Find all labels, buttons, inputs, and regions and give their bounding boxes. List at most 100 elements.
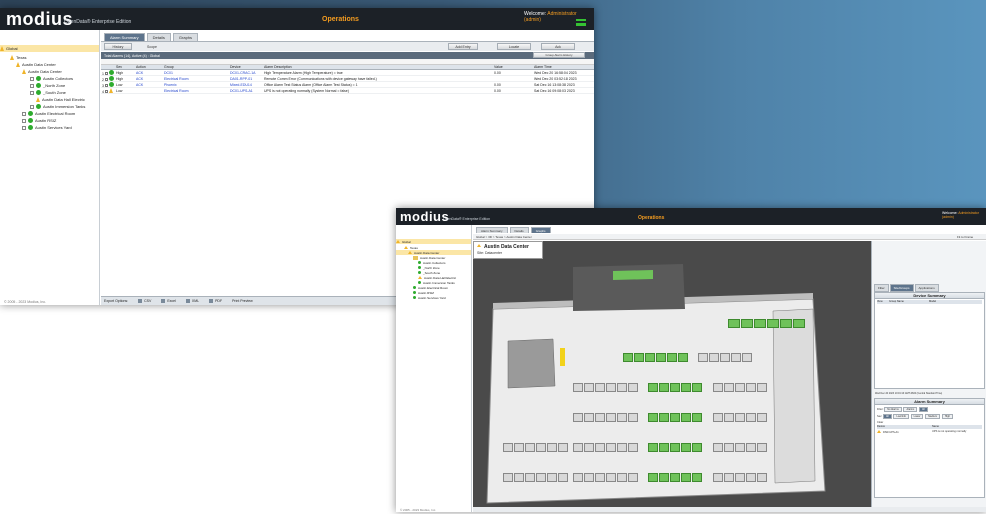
row-checkbox[interactable] (104, 83, 108, 87)
filter-alarms-button[interactable]: Alarms (903, 407, 918, 412)
col-header[interactable]: Action (135, 65, 163, 69)
tree-item[interactable]: _North Zone (30, 82, 65, 89)
server-rack[interactable] (648, 473, 658, 482)
server-rack[interactable] (754, 319, 766, 328)
row-checkbox[interactable] (104, 89, 108, 93)
server-rack[interactable] (634, 353, 644, 362)
server-rack[interactable] (628, 413, 638, 422)
server-rack[interactable] (746, 383, 756, 392)
server-rack[interactable] (656, 353, 666, 362)
print-preview-button[interactable]: Print Preview (232, 299, 253, 303)
server-rack[interactable] (659, 473, 669, 482)
breadcrumb[interactable]: Global > 3D > Texas > Austin Data Center (473, 234, 986, 240)
server-rack[interactable] (659, 413, 669, 422)
device-link[interactable]: DA01-RPP-01 (229, 77, 263, 81)
device-link[interactable]: DC01-UPS-A1 (229, 89, 263, 93)
device-link[interactable]: DC01-CRAC-1A (229, 71, 263, 75)
alarm-row[interactable]: DSR-UPS-A1 UPS is not operating normally (877, 430, 982, 434)
tree-item-global[interactable]: Global (0, 45, 99, 52)
tab-alarm-summary[interactable]: Alarm Summary (476, 227, 508, 233)
server-rack[interactable] (735, 383, 745, 392)
server-rack[interactable] (584, 473, 594, 482)
server-rack[interactable] (746, 443, 756, 452)
server-rack[interactable] (617, 473, 627, 482)
server-rack[interactable] (742, 353, 752, 362)
sev-low-button[interactable]: Low/Info (893, 414, 909, 419)
server-rack[interactable] (692, 443, 702, 452)
tree-item[interactable]: Austin Data Center (22, 68, 62, 75)
server-rack[interactable] (606, 383, 616, 392)
server-rack[interactable] (573, 473, 583, 482)
server-rack[interactable] (514, 473, 524, 482)
col-header[interactable]: Alarm Time (533, 65, 594, 69)
server-rack[interactable] (735, 443, 745, 452)
tree-item[interactable]: Texas (10, 54, 26, 61)
server-rack[interactable] (670, 383, 680, 392)
server-rack[interactable] (617, 413, 627, 422)
server-rack[interactable] (731, 353, 741, 362)
server-rack[interactable] (536, 473, 546, 482)
tab-details[interactable]: Details (146, 33, 171, 41)
server-rack[interactable] (584, 383, 594, 392)
filter-all-button[interactable]: All (919, 407, 928, 412)
clear-link[interactable]: Clear (877, 421, 982, 424)
server-rack[interactable] (681, 413, 691, 422)
server-rack[interactable] (606, 473, 616, 482)
action-link[interactable]: ACK (135, 77, 163, 81)
group-link[interactable]: DC01 (163, 71, 229, 75)
server-rack[interactable] (724, 473, 734, 482)
server-rack[interactable] (547, 443, 557, 452)
server-rack[interactable] (670, 443, 680, 452)
expand-icon[interactable] (22, 125, 26, 130)
server-rack[interactable] (525, 443, 535, 452)
col-header[interactable]: Device (229, 65, 263, 69)
tree-item[interactable]: Austin Electrical Room (22, 110, 75, 117)
server-rack[interactable] (735, 473, 745, 482)
group-link[interactable]: Phoenix (163, 83, 229, 87)
server-rack[interactable] (667, 353, 677, 362)
server-rack[interactable] (692, 413, 702, 422)
zoom-control[interactable]: Fit to Frame (957, 235, 973, 239)
server-rack[interactable] (678, 353, 688, 362)
server-rack[interactable] (728, 319, 740, 328)
server-rack[interactable] (757, 413, 767, 422)
server-rack[interactable] (757, 443, 767, 452)
sev-medium-button[interactable]: Medium (925, 414, 941, 419)
tab-graphs[interactable]: Graphs (172, 33, 199, 41)
server-rack[interactable] (558, 473, 568, 482)
tree-item-global[interactable]: Global (396, 239, 471, 244)
server-rack[interactable] (606, 443, 616, 452)
server-rack[interactable] (573, 413, 583, 422)
expand-icon[interactable] (22, 118, 26, 123)
row-checkbox[interactable] (104, 77, 108, 81)
tree-item[interactable]: Austin Collectors (30, 75, 73, 82)
server-rack[interactable] (659, 443, 669, 452)
tree-item[interactable]: Austin Services Yard (413, 295, 446, 300)
row-checkbox[interactable] (104, 71, 108, 75)
history-button[interactable]: History (104, 43, 132, 50)
server-rack[interactable] (648, 413, 658, 422)
add-entry-button[interactable]: Add Entry (448, 43, 478, 50)
server-rack[interactable] (724, 443, 734, 452)
server-rack[interactable] (573, 443, 583, 452)
expand-icon[interactable] (30, 104, 34, 109)
tab-filter[interactable]: Filter (874, 284, 889, 292)
sev-all-button[interactable]: All (882, 414, 892, 419)
server-rack[interactable] (670, 413, 680, 422)
export-csv-button[interactable]: CSV (138, 299, 151, 304)
server-rack[interactable] (735, 413, 745, 422)
server-rack[interactable] (595, 473, 605, 482)
expand-icon[interactable] (30, 90, 34, 95)
server-rack[interactable] (628, 443, 638, 452)
server-rack[interactable] (595, 443, 605, 452)
server-rack[interactable] (595, 413, 605, 422)
col-header[interactable]: Alarm Description (263, 65, 493, 69)
server-rack[interactable] (648, 383, 658, 392)
server-rack[interactable] (573, 383, 583, 392)
server-rack[interactable] (741, 319, 753, 328)
server-rack[interactable] (746, 473, 756, 482)
server-rack[interactable] (648, 443, 658, 452)
sev-high-button[interactable]: High (941, 414, 953, 419)
tree-item[interactable]: Austin Data Hall Electric (36, 96, 85, 103)
server-rack[interactable] (681, 383, 691, 392)
